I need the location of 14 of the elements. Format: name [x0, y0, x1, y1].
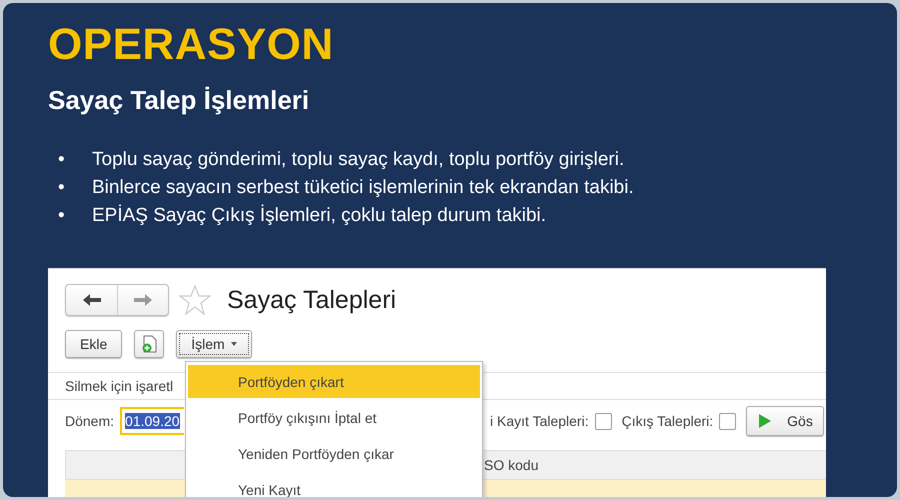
column-header: SO kodu [484, 457, 538, 473]
period-label: Dönem: [65, 413, 114, 429]
hint-text: Silmek için işaretl [65, 377, 174, 396]
slide-subtitle: Sayaç Talep İşlemleri [48, 85, 310, 115]
bullet-marker: • [58, 149, 65, 170]
page-title: Sayaç Talepleri [227, 286, 396, 314]
bullet-text: EPİAŞ Sayaç Çıkış İşlemleri, çoklu talep durum takibi. [92, 204, 546, 228]
bullet-text: Binlerce sayacın serbest tüketici işlemlerinin tek ekrandan takibi. [92, 176, 634, 200]
slide-heading: OPERASYON [48, 21, 335, 69]
bullet-text: Toplu sayaç gönderimi, toplu sayaç kaydı, toplu portföy girişleri. [92, 148, 624, 172]
bullet-marker: • [58, 177, 65, 198]
checkbox-label: Çıkış Talepleri: [622, 413, 714, 429]
bullet-marker: • [58, 205, 65, 226]
checkbox-label: i Kayıt Talepleri: [490, 413, 589, 429]
